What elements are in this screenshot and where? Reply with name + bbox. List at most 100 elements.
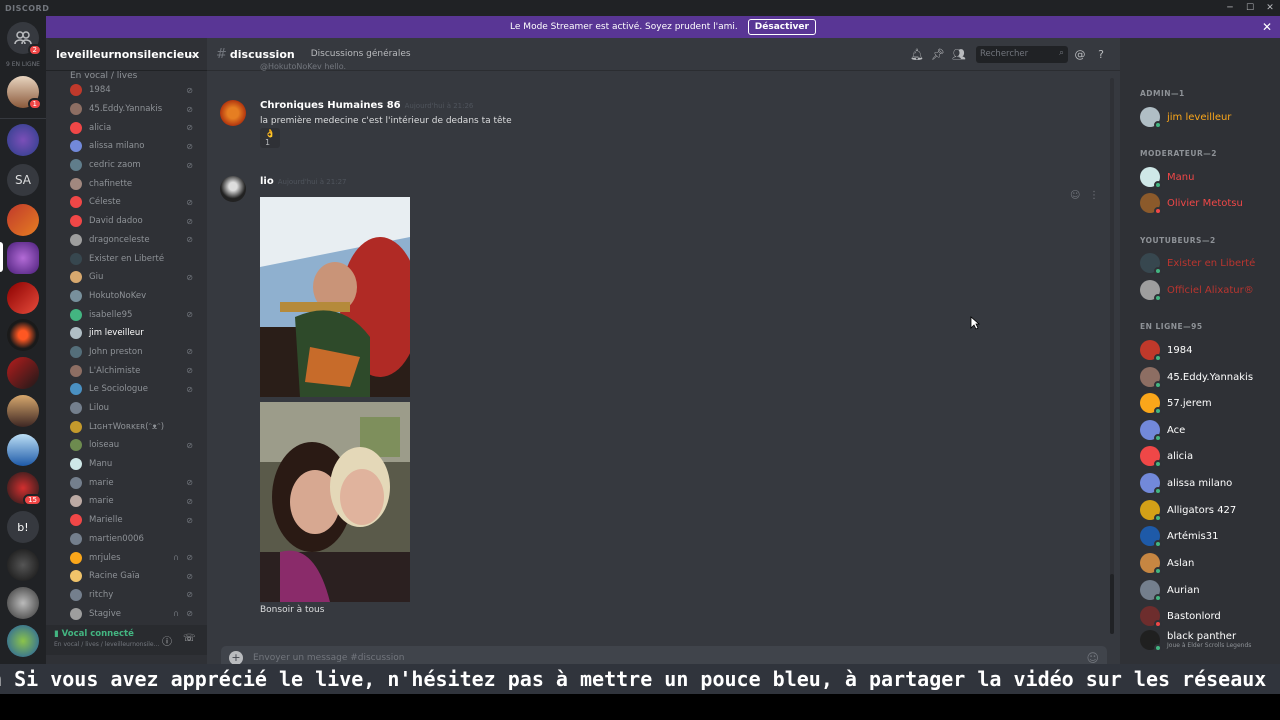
pin-icon[interactable]: 📌︎ [929,48,947,61]
voice-user[interactable]: Giu ⊘ [46,268,207,287]
disconnect-icon[interactable]: ☏ [183,633,196,644]
member-item[interactable]: Artémis31 [1140,524,1280,548]
voice-user[interactable]: loiseau ⊘ [46,436,207,455]
member-item[interactable]: Exister en Liberté [1140,251,1280,275]
voice-user[interactable]: marie ⊘ [46,473,207,492]
member-item[interactable]: Ace [1140,418,1280,442]
emoji-icon[interactable]: ☺ [1086,651,1099,665]
voice-user[interactable]: John preston ⊘ [46,343,207,362]
info-icon[interactable]: ⓘ [162,633,172,648]
member-item[interactable]: Officiel Alixatur® [1140,278,1280,302]
mention-icon[interactable]: @ [1071,48,1089,61]
voice-user[interactable]: Manu [46,455,207,474]
server-icon[interactable] [7,434,39,466]
help-icon[interactable]: ? [1092,48,1110,61]
voice-user[interactable]: martien0006 [46,530,207,549]
server-icon-active[interactable] [7,242,39,274]
voice-user[interactable]: Stagive ⊘ ∩ [46,604,207,623]
disable-streamer-button[interactable]: Désactiver [747,19,816,35]
upload-plus-icon[interactable]: + [229,651,243,665]
server-icon[interactable] [7,587,39,619]
voice-user[interactable]: mrjules ⊘ ∩ [46,548,207,567]
scrollbar-thumb[interactable] [1110,574,1114,634]
maximize-icon[interactable]: ☐ [1240,0,1260,16]
member-item[interactable]: 1984 [1140,338,1280,362]
voice-user[interactable]: Céleste ⊘ [46,193,207,212]
member-item[interactable]: Olivier Metotsu [1140,191,1280,215]
author-name[interactable]: Chroniques Humaines 86 [260,100,401,111]
server-icon[interactable] [7,319,39,351]
dm-avatar[interactable]: 1 [7,76,42,110]
voice-user[interactable]: 1984 ⊘ [46,81,207,100]
close-banner-icon[interactable]: ✕ [1262,20,1272,34]
voice-user[interactable]: 45.Eddy.Yannakis ⊘ [46,100,207,119]
member-item[interactable]: Aurian [1140,578,1280,602]
voice-user[interactable]: dragonceleste ⊘ [46,231,207,250]
attached-image[interactable] [260,197,410,397]
voice-user[interactable]: Exister en Liberté [46,249,207,268]
server-icon[interactable] [7,124,39,156]
message-author[interactable]: Chroniques Humaines 86 Aujourd'hui à 21:2… [260,100,473,111]
server-header[interactable]: leveilleurnonsilencieux ⌄ [46,38,207,71]
voice-user[interactable]: isabelle95 ⊘ [46,305,207,324]
status-indicator [1154,434,1162,442]
minimize-icon[interactable]: ─ [1220,0,1240,16]
server-icon[interactable] [7,395,39,427]
voice-user[interactable]: LɪɢʜтWoʀĸᴇʀ(ᵔᴥᵔ) [46,417,207,436]
voice-user[interactable]: chafinette [46,174,207,193]
avatar [70,458,82,471]
member-item[interactable]: alissa milano [1140,471,1280,495]
author-name[interactable]: lio [260,176,274,187]
member-item[interactable]: Aslan [1140,551,1280,575]
voice-user[interactable]: ritchy ⊘ [46,586,207,605]
voice-channel-name[interactable]: En vocal / lives [46,71,207,81]
voice-user[interactable]: HokutoNoKev [46,287,207,306]
avatar [1140,167,1162,189]
chevron-down-icon[interactable]: ⌄ [189,49,197,60]
voice-user[interactable]: jim leveilleur [46,324,207,343]
server-icon[interactable] [7,549,39,581]
server-icon[interactable] [7,357,39,389]
avatar[interactable] [220,100,246,126]
search-input[interactable]: Rechercher ⌕ [976,46,1068,63]
voice-user[interactable]: David dadoo ⊘ [46,212,207,231]
server-icon[interactable] [7,625,39,657]
bell-icon[interactable]: 🔔︎ [908,48,926,61]
member-name: 1984 [1167,344,1193,356]
reaction-button[interactable]: 👌 1 [260,128,280,148]
chat-scrollbar[interactable] [1110,78,1114,634]
server-icon[interactable]: 15 [7,472,42,506]
voice-user[interactable]: Racine Gaïa ⊘ [46,567,207,586]
voice-user[interactable]: Lilou [46,399,207,418]
member-item[interactable]: Bastonlord [1140,604,1280,628]
add-reaction-icon[interactable]: ☺ [1070,190,1080,201]
voice-user[interactable]: alissa milano ⊘ [46,137,207,156]
message-author[interactable]: lio Aujourd'hui à 21:27 [260,176,346,187]
home-button[interactable]: 2 [7,22,42,56]
voice-user[interactable]: Le Sociologue ⊘ [46,380,207,399]
server-icon-b[interactable]: b! [7,511,39,543]
close-icon[interactable]: ✕ [1260,0,1280,16]
members-icon[interactable]: 👥︎ [950,48,968,61]
member-item[interactable]: black panther Joue à Elder Scrolls Legend… [1140,628,1280,652]
member-item[interactable]: Alligators 427 [1140,498,1280,522]
server-icon-sa[interactable]: SA [7,164,39,196]
voice-user[interactable]: alicia ⊘ [46,118,207,137]
avatar [70,177,82,190]
avatar[interactable] [220,176,246,202]
server-icon[interactable] [7,282,39,314]
member-item[interactable]: 57.jerem [1140,391,1280,415]
voice-user[interactable]: marie ⊘ [46,492,207,511]
more-options-icon[interactable]: ⋮ [1089,190,1099,201]
voice-user-name: L'Alchimiste [89,365,141,376]
attached-image[interactable] [260,402,410,602]
voice-user[interactable]: Marielle ⊘ [46,511,207,530]
message-input[interactable]: Envoyer un message #discussion [253,653,404,663]
voice-user[interactable]: L'Alchimiste ⊘ [46,361,207,380]
voice-user[interactable]: cedric zaom ⊘ [46,156,207,175]
member-item[interactable]: jim leveilleur [1140,105,1280,129]
member-item[interactable]: 45.Eddy.Yannakis [1140,365,1280,389]
server-icon[interactable] [7,204,39,236]
member-item[interactable]: alicia [1140,444,1280,468]
member-item[interactable]: Manu [1140,165,1280,189]
